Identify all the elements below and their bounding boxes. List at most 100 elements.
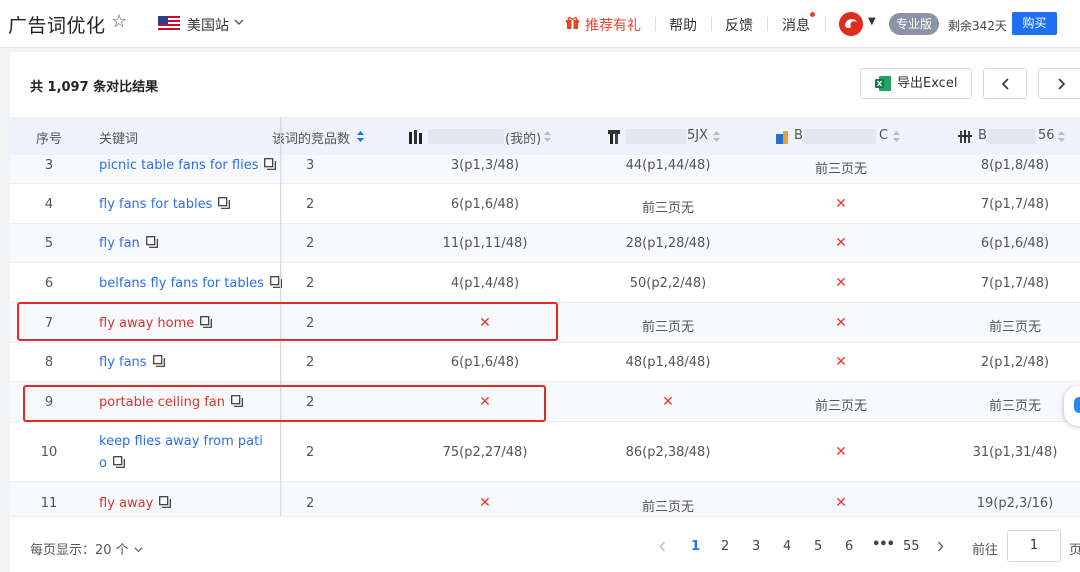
star-icon[interactable]: ☆ <box>111 11 127 32</box>
keyword-link[interactable]: picnic table fans for flies <box>99 158 277 173</box>
chevron-down-icon[interactable] <box>133 544 144 555</box>
rank-product-a: 6(p1,6/48) <box>450 355 520 370</box>
keyword-link[interactable]: belfans fly fans for tables <box>99 276 282 291</box>
us-flag-icon[interactable] <box>158 16 180 31</box>
keyword-text[interactable]: picnic table fans for flies <box>99 158 258 173</box>
page-number[interactable]: 4 <box>783 539 791 554</box>
goto-page-input[interactable]: 1 <box>1007 530 1061 562</box>
divider <box>655 17 656 31</box>
keyword-text[interactable]: fly fans for tables <box>99 197 212 212</box>
keyword-link[interactable]: fly away <box>99 496 172 511</box>
page-number[interactable]: 55 <box>903 539 920 554</box>
table-row[interactable]: 5 fly fan 2 11(p1,11/48) 28(p1,28/48) ✕ … <box>10 224 1080 263</box>
page-size-label[interactable]: 每页显示：20 个 <box>30 543 129 558</box>
rank-product-d: 7(p1,7/48) <box>980 276 1050 291</box>
col-product-b[interactable]: 5JX <box>687 128 708 143</box>
row-index: 5 <box>44 236 54 251</box>
sort-icon[interactable] <box>1057 130 1066 143</box>
page-ellipsis[interactable]: ••• <box>872 537 895 552</box>
keyword-text[interactable]: fly fan <box>99 236 140 251</box>
keyword-text[interactable]: o <box>99 456 107 471</box>
messages-link[interactable]: 消息 <box>782 15 810 35</box>
help-link[interactable]: 帮助 <box>669 15 697 35</box>
row-index: 3 <box>44 158 54 173</box>
copy-icon[interactable] <box>113 456 125 468</box>
rank-product-d: 31(p1,31/48) <box>972 445 1058 460</box>
rank-product-b: 前三页无 <box>641 500 694 515</box>
gift-icon[interactable] <box>565 15 580 30</box>
copy-icon[interactable] <box>159 496 172 508</box>
floating-assistant-button[interactable] <box>1064 386 1080 426</box>
copy-icon[interactable] <box>218 197 231 209</box>
col-product-d-suffix[interactable]: 56 <box>1038 128 1055 143</box>
table-row[interactable]: 10 keep flies away from pati o 2 75(p2,2… <box>10 422 1080 482</box>
keyword-text[interactable]: belfans fly fans for tables <box>99 276 264 291</box>
keyword-link[interactable]: keep flies away from pati <box>99 434 263 449</box>
page-number-active[interactable]: 1 <box>691 539 700 554</box>
rank-product-b: 48(p1,48/48) <box>625 355 711 370</box>
col-product-c-suffix[interactable]: C <box>879 128 888 143</box>
product-thumbnail-icon <box>958 130 972 143</box>
page-size-select[interactable]: 每页显示：20 个 <box>30 539 144 558</box>
rank-product-a: 6(p1,6/48) <box>450 197 520 212</box>
avatar[interactable] <box>839 12 863 36</box>
keyword-text[interactable]: keep flies away from pati <box>99 434 263 449</box>
keyword-link[interactable]: fly fans <box>99 355 165 370</box>
row-index: 6 <box>44 276 54 291</box>
keyword-text[interactable]: fly away <box>99 496 153 511</box>
row-index: 4 <box>44 197 54 212</box>
pagination-bar: 每页显示：20 个 1 2 3 4 5 6 ••• 55 前往 1 页 <box>10 516 1080 572</box>
plan-badge: 专业版 <box>889 13 940 35</box>
keyword-link-wrap[interactable]: o <box>99 456 125 471</box>
chevron-left-icon[interactable] <box>658 541 667 552</box>
col-product-d[interactable]: B <box>978 128 987 143</box>
feedback-link[interactable]: 反馈 <box>725 15 753 35</box>
sort-icon[interactable] <box>892 130 901 143</box>
table-row[interactable]: 8 fly fans 2 6(p1,6/48) 48(p1,48/48) ✕ 2… <box>10 343 1080 382</box>
page-number[interactable]: 5 <box>814 539 822 554</box>
rank-product-d: 19(p2,3/16) <box>976 496 1054 511</box>
scroll-left-button[interactable] <box>983 68 1027 99</box>
buy-button[interactable]: 购买 <box>1012 12 1057 35</box>
chevron-right-icon <box>1058 78 1066 90</box>
col-competitor-count[interactable]: 该词的竞品数 <box>272 128 350 147</box>
table-row[interactable]: 4 fly fans for tables 2 6(p1,6/48) 前三页无 … <box>10 184 1080 224</box>
keyword-link[interactable]: fly fans for tables <box>99 197 231 212</box>
page-number[interactable]: 3 <box>752 539 760 554</box>
rank-product-b: 28(p1,28/48) <box>625 236 711 251</box>
table-row[interactable]: 6 belfans fly fans for tables 2 4(p1,4/4… <box>10 263 1080 303</box>
col-index: 序号 <box>36 132 63 147</box>
rank-product-a: 3(p1,3/48) <box>450 158 520 173</box>
competitor-count: 2 <box>306 355 315 370</box>
table-row[interactable]: 11 fly away 2 ✕ 前三页无 ✕ 19(p2,3/16) <box>10 482 1080 516</box>
export-excel-button[interactable]: 导出Excel <box>860 68 972 99</box>
chevron-right-icon[interactable] <box>936 541 945 552</box>
goto-label: 前往 <box>972 543 999 558</box>
sort-icon[interactable] <box>712 130 721 143</box>
chevron-down-icon[interactable] <box>233 16 245 28</box>
keyword-text[interactable]: fly fans <box>99 355 147 370</box>
table-row[interactable]: 3 picnic table fans for flies 3 3(p1,3/4… <box>10 155 1080 184</box>
sort-icon[interactable] <box>543 130 552 143</box>
copy-icon[interactable] <box>264 158 277 170</box>
scroll-right-button[interactable] <box>1038 68 1080 99</box>
col-product-c[interactable]: B <box>794 128 803 143</box>
referral-link[interactable]: 推荐有礼 <box>585 15 641 35</box>
row-index: 8 <box>44 355 54 370</box>
result-count: 共 1,097 条对比结果 <box>30 80 159 95</box>
rank-product-b: 50(p2,2/48) <box>629 276 707 291</box>
page-number[interactable]: 2 <box>721 539 729 554</box>
caret-down-icon[interactable]: ▼ <box>868 16 876 27</box>
sort-icon[interactable] <box>356 130 365 143</box>
redacted-product-name <box>804 129 876 144</box>
col-product-a[interactable]: (我的) <box>505 128 541 147</box>
site-selector[interactable]: 美国站 <box>187 15 229 35</box>
copy-icon[interactable] <box>152 355 165 367</box>
keyword-link[interactable]: fly fan <box>99 236 158 251</box>
copy-icon[interactable] <box>145 236 158 248</box>
rank-product-d: 7(p1,7/48) <box>980 197 1050 212</box>
chevron-left-icon <box>1001 78 1009 90</box>
rank-product-b: 前三页无 <box>641 320 694 335</box>
page-number[interactable]: 6 <box>845 539 853 554</box>
competitor-count: 3 <box>306 158 315 173</box>
